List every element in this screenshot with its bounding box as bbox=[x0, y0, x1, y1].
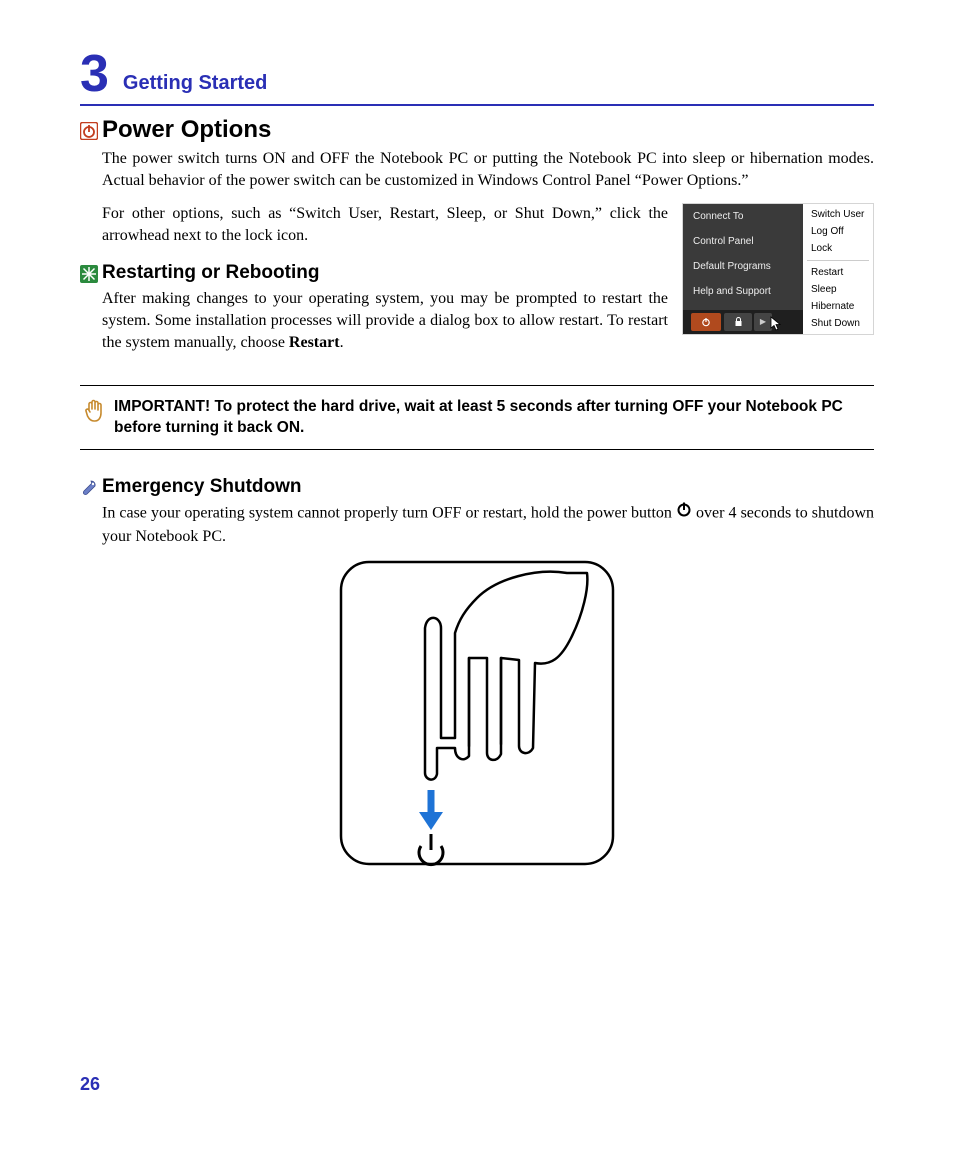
start-menu-screenshot: Connect To Control Panel Default Program… bbox=[682, 203, 874, 335]
emergency-heading: Emergency Shutdown bbox=[102, 476, 302, 498]
note-text: IMPORTANT! To protect the hard drive, wa… bbox=[110, 396, 874, 439]
ss-left-item: Default Programs bbox=[683, 254, 803, 279]
section-heading-row: Emergency Shutdown bbox=[80, 476, 874, 498]
hand-stop-icon bbox=[80, 396, 110, 439]
chapter-title: Getting Started bbox=[123, 72, 267, 95]
restart-text-before: After making changes to your operating s… bbox=[102, 290, 668, 352]
emergency-text-before: In case your operating system cannot pro… bbox=[102, 504, 676, 521]
ss-right-item: Switch User bbox=[803, 206, 873, 223]
power-button-icon bbox=[691, 313, 721, 331]
ss-left-item: Connect To bbox=[683, 204, 803, 229]
ss-left-panel: Connect To Control Panel Default Program… bbox=[683, 204, 803, 334]
ss-power-bar: ▶ bbox=[683, 310, 803, 334]
ss-right-item: Sleep bbox=[803, 281, 873, 298]
important-note: IMPORTANT! To protect the hard drive, wa… bbox=[80, 385, 874, 450]
restart-text-after: . bbox=[340, 334, 344, 351]
power-options-p1: The power switch turns ON and OFF the No… bbox=[102, 148, 874, 193]
hand-press-illustration bbox=[80, 558, 874, 868]
ss-right-item: Log Off bbox=[803, 223, 873, 240]
power-symbol-icon bbox=[676, 501, 692, 524]
lock-icon bbox=[724, 313, 752, 331]
power-options-heading: Power Options bbox=[102, 116, 271, 144]
section-heading-row: Restarting or Rebooting bbox=[80, 262, 668, 284]
power-icon bbox=[80, 122, 98, 140]
wrench-icon bbox=[80, 479, 98, 497]
restart-heading: Restarting or Rebooting bbox=[102, 262, 319, 284]
ss-right-item: Hibernate bbox=[803, 298, 873, 315]
chapter-number: 3 bbox=[80, 48, 109, 100]
ss-right-panel: Switch User Log Off Lock Restart Sleep H… bbox=[803, 204, 873, 334]
ss-left-item: Help and Support bbox=[683, 279, 803, 304]
emergency-paragraph: In case your operating system cannot pro… bbox=[102, 502, 874, 548]
ss-right-item: Restart bbox=[803, 264, 873, 281]
restart-icon bbox=[80, 265, 98, 283]
page-number: 26 bbox=[80, 1074, 100, 1095]
ss-right-item: Lock bbox=[803, 240, 873, 257]
ss-left-item: Control Panel bbox=[683, 229, 803, 254]
page: 3 Getting Started Power Options The powe… bbox=[0, 0, 954, 1155]
restart-text-bold: Restart bbox=[289, 334, 340, 351]
ss-separator bbox=[807, 260, 869, 261]
section-heading-row: Power Options bbox=[80, 116, 874, 144]
chapter-header: 3 Getting Started bbox=[80, 48, 874, 106]
ss-right-item: Shut Down bbox=[803, 315, 873, 332]
